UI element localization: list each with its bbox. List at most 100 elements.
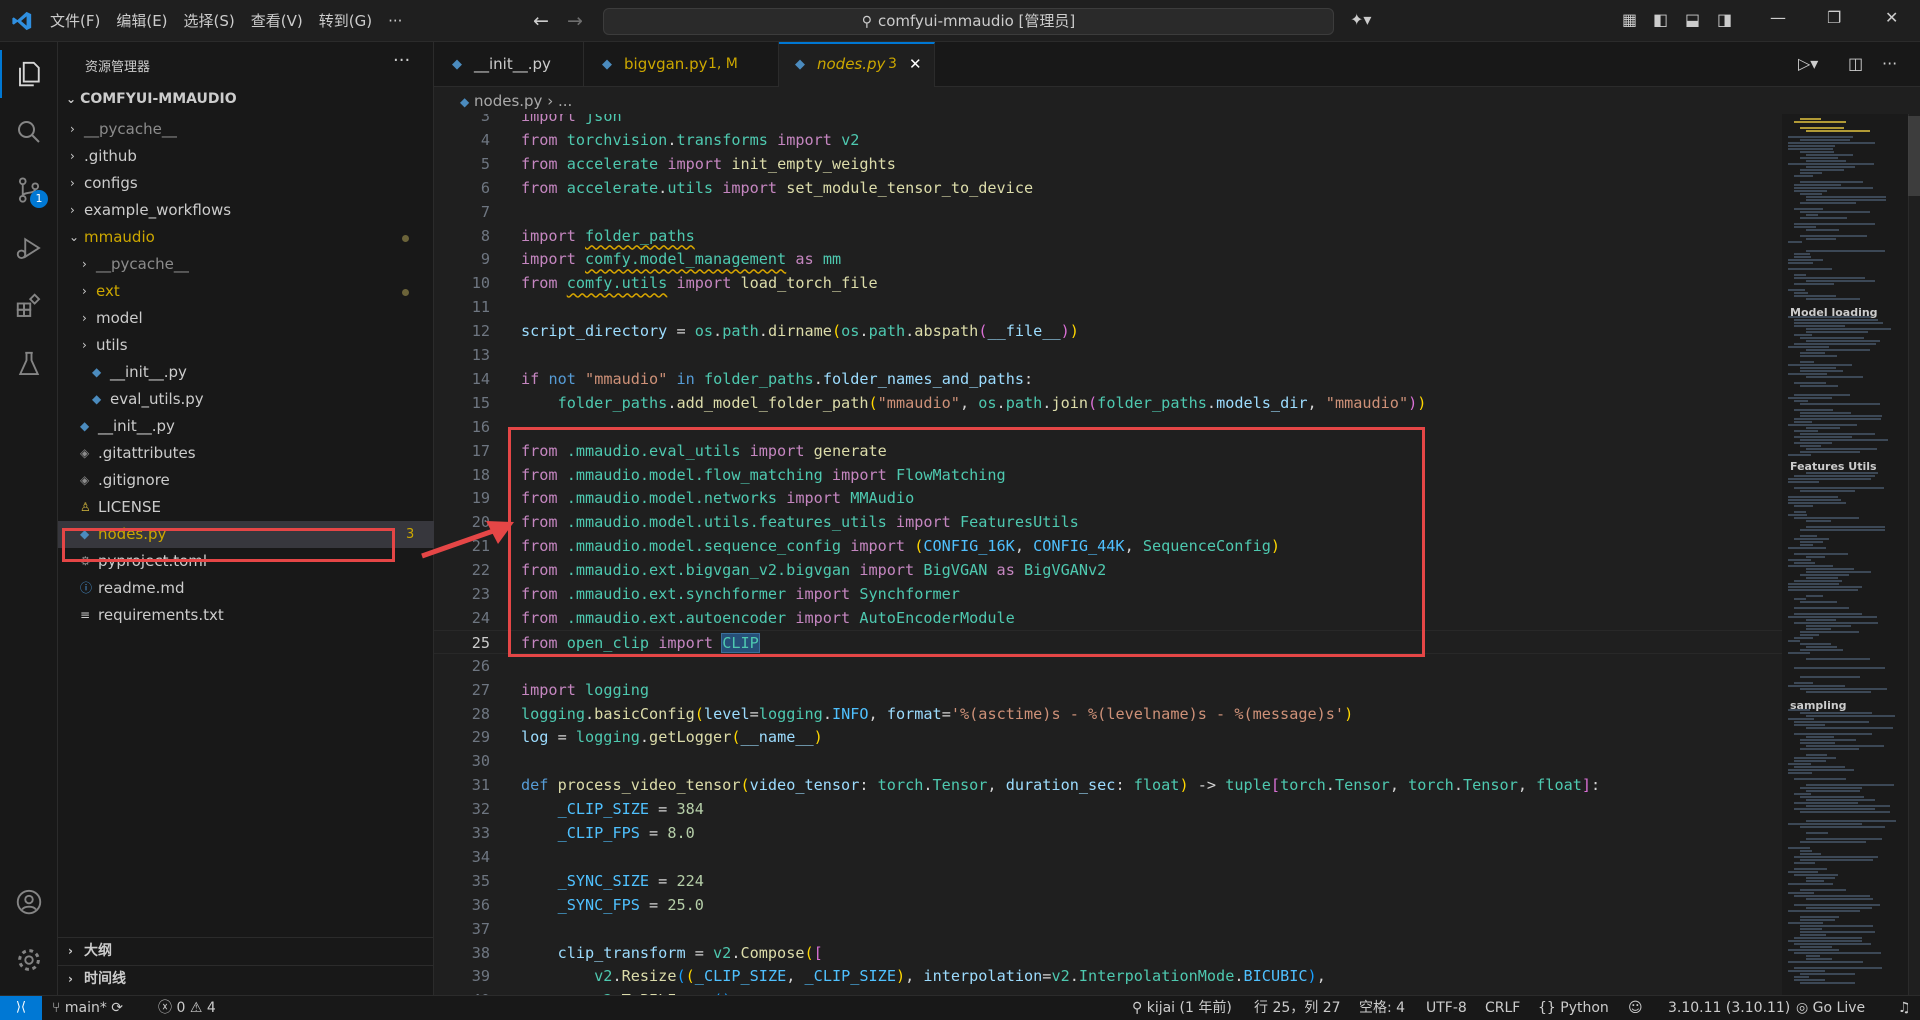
code-line[interactable]: 32 _CLIP_SIZE = 384 [434,797,1784,821]
breadcrumb-file[interactable]: nodes.py [474,92,542,110]
code-line[interactable]: 12 script_directory = os.path.dirname(os.… [434,319,1784,343]
source-control-icon[interactable]: 1 [0,166,58,214]
back-arrow-icon[interactable]: ← [533,10,549,32]
code-line[interactable]: 10 from comfy.utils import load_torch_fil… [434,271,1784,295]
code-line[interactable]: 36 _SYNC_FPS = 25.0 [434,893,1784,917]
tree-folder-example-workflows[interactable]: › example_workflows [58,197,434,224]
tree-file-license[interactable]: ♙ LICENSE [58,494,434,521]
minimap[interactable]: Model loading Features Utils sampling [1782,114,1908,995]
cursor-position[interactable]: 行 25，列 27 [1254,996,1341,1020]
encoding[interactable]: UTF-8 [1426,996,1467,1020]
settings-gear-icon[interactable] [0,936,58,984]
tree-folder-mmaudio[interactable]: ⌄ mmaudio [58,224,434,251]
menu-selection[interactable]: 选择(S) [178,0,241,42]
more-actions-icon[interactable]: ··· [1882,54,1897,73]
menu-file[interactable]: 文件(F) [44,0,106,42]
code-line[interactable]: 31 def process_video_tensor(video_tensor:… [434,773,1784,797]
tab-bigvgan-py[interactable]: ◆ bigvgan.py 1, M [584,42,779,87]
code-line[interactable]: 9 import comfy.model_management as mm [434,247,1784,271]
code-line[interactable]: 14 if not "mmaudio" in folder_paths.folde… [434,367,1784,391]
tree-file-gitattributes[interactable]: ◈ .gitattributes [58,440,434,467]
tree-file-init[interactable]: ◆ __init__.py [58,413,434,440]
menu-go[interactable]: 转到(G) [313,0,378,42]
code-line[interactable]: 37 [434,917,1784,941]
code-line[interactable]: 8 import folder_paths [434,224,1784,248]
tree-folder-utils[interactable]: › utils [58,332,434,359]
restore-icon[interactable]: ❐ [1827,8,1841,27]
run-icon[interactable]: ▷▾ [1798,54,1818,73]
branch-indicator[interactable]: ⑂ main* ⟳ [52,996,123,1020]
tree-file-readme[interactable]: ⓘ readme.md [58,575,434,602]
tree-folder-pycache[interactable]: › __pycache__ [58,116,434,143]
tree-folder-model[interactable]: › model [58,305,434,332]
close-window-icon[interactable]: ✕ [1885,8,1898,27]
breadcrumb-symbol[interactable]: ... [558,92,572,110]
more-actions-icon[interactable]: ··· [393,50,410,71]
remote-indicator-icon[interactable]: ⟩⟨ [0,996,42,1020]
tab-init-py[interactable]: ◆ __init__.py [434,42,584,87]
line-ending[interactable]: CRLF [1485,996,1520,1020]
tab-nodes-py[interactable]: ◆ nodes.py 3 ✕ [779,42,935,87]
minimap-line [1806,619,1836,621]
search-icon[interactable] [0,108,58,156]
language-mode[interactable]: {} Python [1538,996,1609,1020]
tree-file-mmaudio-init[interactable]: ◆ __init__.py [58,359,434,386]
code-line[interactable]: 3 import json [434,114,1784,128]
code-line[interactable]: 39 v2.Resize((_CLIP_SIZE, _CLIP_SIZE), i… [434,964,1784,988]
code-line[interactable]: 34 [434,845,1784,869]
command-center[interactable]: ⚲ comfyui-mmaudio [管理员] [603,8,1334,35]
tree-folder-ext[interactable]: › ext [58,278,434,305]
code-line[interactable]: 11 [434,295,1784,319]
scrollbar-thumb[interactable] [1908,116,1920,196]
git-blame[interactable]: ⚲ kijai (1 年前) [1132,996,1232,1020]
code-line[interactable]: 6 from accelerate.utils import set_module… [434,176,1784,200]
go-live-button[interactable]: ◎ Go Live [1796,996,1865,1020]
code-line[interactable]: 15 folder_paths.add_model_folder_path("m… [434,391,1784,415]
python-interpreter[interactable]: 3.10.11 (3.10.11) [1668,996,1790,1020]
tree-folder-configs[interactable]: › configs [58,170,434,197]
code-line[interactable]: 13 [434,343,1784,367]
workspace-header[interactable]: ⌄ COMFYUI-MMAUDIO [66,91,237,107]
customize-layout-icon[interactable]: ▦ [1622,10,1637,29]
tree-file-gitignore[interactable]: ◈ .gitignore [58,467,434,494]
code-line[interactable]: 33 _CLIP_FPS = 8.0 [434,821,1784,845]
split-editor-icon[interactable]: ◫ [1848,54,1863,73]
toggle-sidebar-icon[interactable]: ◧ [1653,10,1668,29]
vertical-scrollbar[interactable] [1908,114,1920,995]
minimize-icon[interactable]: — [1770,8,1786,27]
problems-indicator[interactable]: ⓧ 0 ⚠ 4 [158,996,216,1020]
tree-folder-github[interactable]: › .github [58,143,434,170]
code-line[interactable]: 7 [434,200,1784,224]
code-line[interactable]: 26 [434,654,1784,678]
menu-more[interactable]: ··· [382,0,408,42]
forward-arrow-icon[interactable]: → [567,10,583,32]
copilot-icon[interactable]: ✦▾ [1350,10,1371,29]
toggle-panel-icon[interactable]: ⬓ [1685,10,1700,29]
code-line[interactable]: 30 [434,749,1784,773]
close-tab-icon[interactable]: ✕ [909,44,922,85]
tree-file-eval-utils[interactable]: ◆ eval_utils.py [58,386,434,413]
code-line[interactable]: 5 from accelerate import init_empty_weigh… [434,152,1784,176]
tree-folder-mmaudio-pycache[interactable]: › __pycache__ [58,251,434,278]
code-line[interactable]: 4 from torchvision.transforms import v2 [434,128,1784,152]
code-line[interactable]: 38 clip_transform = v2.Compose([ [434,941,1784,965]
code-line[interactable]: 29 log = logging.getLogger(__name__) [434,725,1784,749]
notifications-bell-icon[interactable]: ♫ [1898,996,1911,1020]
toggle-secondary-sidebar-icon[interactable]: ◨ [1717,10,1732,29]
timeline-section[interactable]: › 时间线 [58,965,434,992]
code-line[interactable]: 27 import logging [434,678,1784,702]
account-icon[interactable] [0,878,58,926]
menu-edit[interactable]: 编辑(E) [110,0,173,42]
testing-flask-icon[interactable] [0,340,58,388]
menu-view[interactable]: 查看(V) [245,0,309,42]
indentation[interactable]: 空格: 4 [1359,996,1405,1020]
extensions-icon[interactable] [0,282,58,330]
code-line[interactable]: 35 _SYNC_SIZE = 224 [434,869,1784,893]
code-line[interactable]: 28 logging.basicConfig(level=logging.INFO… [434,702,1784,726]
copilot-status-icon[interactable]: ☺ [1628,996,1643,1020]
explorer-icon[interactable] [0,50,58,98]
run-debug-icon[interactable] [0,224,58,272]
tree-file-requirements[interactable]: ≡ requirements.txt [58,602,434,629]
code-line[interactable]: 40 v2.ToPILImage(), [434,988,1784,995]
outline-section[interactable]: › 大纲 [58,937,434,964]
